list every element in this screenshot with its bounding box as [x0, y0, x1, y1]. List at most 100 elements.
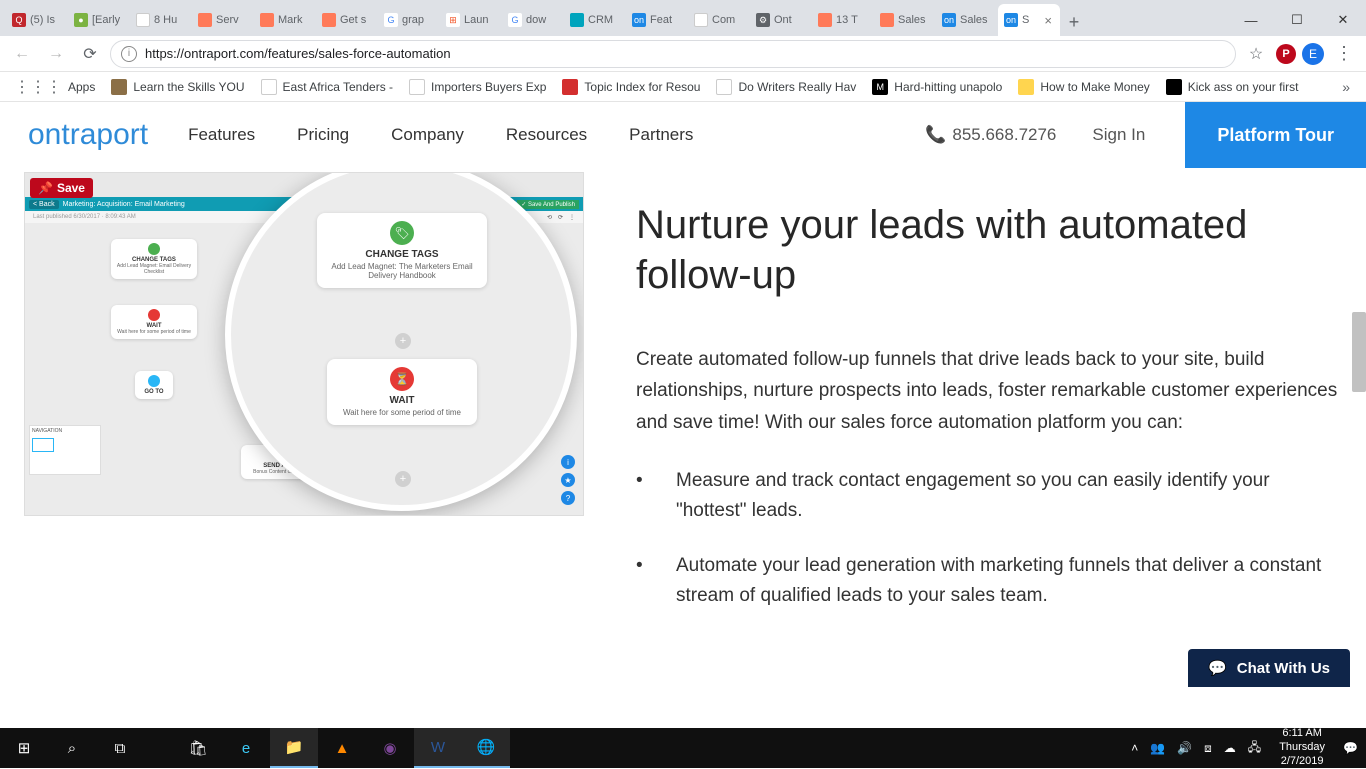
windows-taskbar: ⊞ ⌕ ⧉ 🛍 e 📁 ▲ ◉ W 🌐 ˄ 👥 🔊 ⧈ ☁ 🖧 6:11 AM …	[0, 728, 1366, 768]
browser-tab[interactable]: Get s	[316, 4, 378, 36]
favicon: ●	[74, 13, 88, 27]
minimize-button[interactable]: —	[1228, 4, 1274, 36]
bookmark-item[interactable]: ⋮⋮⋮Apps	[8, 75, 101, 99]
maximize-button[interactable]: ☐	[1274, 4, 1320, 36]
bookmark-item[interactable]: Importers Buyers Exp	[403, 75, 552, 99]
close-window-button[interactable]: ✕	[1320, 4, 1366, 36]
notifications-icon[interactable]: 💬	[1343, 741, 1358, 755]
chat-icon: 💬	[1208, 659, 1227, 677]
new-tab-button[interactable]: +	[1060, 8, 1088, 36]
chat-widget[interactable]: 💬 Chat With Us	[1188, 649, 1350, 687]
browser-tab[interactable]: Mark	[254, 4, 316, 36]
onedrive-icon[interactable]: ☁	[1224, 741, 1236, 755]
browser-tab[interactable]: onS×	[998, 4, 1060, 36]
browser-tab[interactable]: ⚙Ont	[750, 4, 812, 36]
network-icon[interactable]: 🖧	[1248, 738, 1261, 759]
tor-icon[interactable]: ◉	[366, 728, 414, 768]
address-bar-row: ← → ⟳ i https://ontraport.com/features/s…	[0, 36, 1366, 72]
pinterest-extension-icon[interactable]: P	[1276, 44, 1296, 64]
browser-tab[interactable]: onFeat	[626, 4, 688, 36]
url-text: https://ontraport.com/features/sales-for…	[145, 46, 451, 61]
bookmark-star-icon[interactable]: ☆	[1242, 40, 1270, 68]
bookmark-item[interactable]: How to Make Money	[1012, 75, 1155, 99]
chrome-icon[interactable]: 🌐	[462, 728, 510, 768]
clock[interactable]: 6:11 AM Thursday 2/7/2019	[1273, 727, 1331, 768]
bookmark-item[interactable]: Do Writers Really Hav	[710, 75, 862, 99]
thumb-back: < Back	[29, 200, 59, 209]
browser-tab[interactable]: Serv	[192, 4, 254, 36]
address-bar[interactable]: i https://ontraport.com/features/sales-f…	[110, 40, 1236, 68]
page-content: ontraport Features Pricing Company Resource…	[0, 102, 1366, 687]
file-explorer-icon[interactable]: 📁	[270, 728, 318, 768]
favicon: on	[632, 13, 646, 27]
browser-tab[interactable]: Q(5) Is	[6, 4, 68, 36]
bookmark-favicon	[716, 79, 732, 95]
bookmarks-overflow-icon[interactable]: »	[1334, 79, 1358, 95]
favicon	[136, 13, 150, 27]
site-logo[interactable]: ontraport	[28, 118, 148, 152]
browser-tab[interactable]: Ggrap	[378, 4, 440, 36]
site-info-icon[interactable]: i	[121, 46, 137, 62]
browser-tab[interactable]: Com	[688, 4, 750, 36]
word-icon[interactable]: W	[414, 728, 462, 768]
bookmark-item[interactable]: East Africa Tenders -	[255, 75, 400, 99]
sign-in-link[interactable]: Sign In	[1092, 125, 1145, 145]
browser-tab[interactable]: ⊞Laun	[440, 4, 502, 36]
bookmark-item[interactable]: Kick ass on your first	[1160, 75, 1305, 99]
browser-tab[interactable]: ●[Early	[68, 4, 130, 36]
nav-link[interactable]: Company	[391, 125, 464, 145]
browser-tab[interactable]: Gdow	[502, 4, 564, 36]
bookmark-item[interactable]: Learn the Skills YOU	[105, 75, 250, 99]
bookmark-favicon: M	[872, 79, 888, 95]
favicon: ⊞	[446, 13, 460, 27]
system-tray: ˄ 👥 🔊 ⧈ ☁ 🖧 6:11 AM Thursday 2/7/2019 💬	[1131, 727, 1366, 768]
vlc-icon[interactable]: ▲	[318, 728, 366, 768]
profile-avatar[interactable]: E	[1302, 43, 1324, 65]
back-button[interactable]: ←	[8, 40, 36, 68]
nav-link[interactable]: Features	[188, 125, 255, 145]
dropbox-icon[interactable]: ⧈	[1204, 741, 1212, 756]
reload-button[interactable]: ⟳	[76, 40, 104, 68]
browser-tab-strip: Q(5) Is●[Early8 HuServMarkGet sGgrap⊞Lau…	[0, 0, 1366, 36]
volume-icon[interactable]: 🔊	[1177, 741, 1192, 755]
browser-tab[interactable]: 13 T	[812, 4, 874, 36]
pinterest-save-button[interactable]: 📌 Save	[30, 178, 93, 198]
favicon: on	[1004, 13, 1018, 27]
bookmark-item[interactable]: Topic Index for Resou	[556, 75, 706, 99]
forward-button[interactable]: →	[42, 40, 70, 68]
browser-tab[interactable]: CRM	[564, 4, 626, 36]
platform-tour-button[interactable]: Platform Tour	[1185, 102, 1366, 168]
zoom-lens: 🏷 CHANGE TAGS Add Lead Magnet: The Marke…	[225, 172, 577, 511]
nav-link[interactable]: Partners	[629, 125, 693, 145]
task-view-button[interactable]: ⧉	[96, 728, 144, 768]
favicon: ⚙	[756, 13, 770, 27]
favicon	[260, 13, 274, 27]
feature-text: Nurture your leads with automated follow…	[636, 168, 1342, 636]
feature-paragraph: Create automated follow-up funnels that …	[636, 344, 1342, 438]
start-button[interactable]: ⊞	[0, 728, 48, 768]
edge-icon[interactable]: e	[222, 728, 270, 768]
favicon: on	[942, 13, 956, 27]
thumb-nav-panel: NAVIGATION	[29, 425, 101, 475]
apps-icon: ⋮⋮⋮	[14, 77, 62, 97]
browser-tab[interactable]: Sales	[874, 4, 936, 36]
favicon	[322, 13, 336, 27]
favicon	[570, 13, 584, 27]
search-button[interactable]: ⌕	[48, 728, 96, 768]
phone-number[interactable]: 📞 855.668.7276	[925, 125, 1056, 145]
browser-menu-icon[interactable]: ⋮	[1330, 40, 1358, 68]
store-icon[interactable]: 🛍	[174, 728, 222, 768]
bookmark-favicon	[1018, 79, 1034, 95]
nav-link[interactable]: Resources	[506, 125, 587, 145]
favicon	[694, 13, 708, 27]
close-tab-icon[interactable]: ×	[1042, 13, 1054, 28]
browser-tab[interactable]: onSales	[936, 4, 998, 36]
scrollbar-thumb[interactable]	[1352, 312, 1366, 392]
people-icon[interactable]: 👥	[1150, 741, 1165, 755]
tray-chevron-icon[interactable]: ˄	[1131, 741, 1138, 755]
bookmark-item[interactable]: MHard-hitting unapolo	[866, 75, 1008, 99]
nav-link[interactable]: Pricing	[297, 125, 349, 145]
thumb-breadcrumb: Marketing: Acquisition: Email Marketing	[63, 201, 185, 208]
browser-tab[interactable]: 8 Hu	[130, 4, 192, 36]
favicon	[818, 13, 832, 27]
